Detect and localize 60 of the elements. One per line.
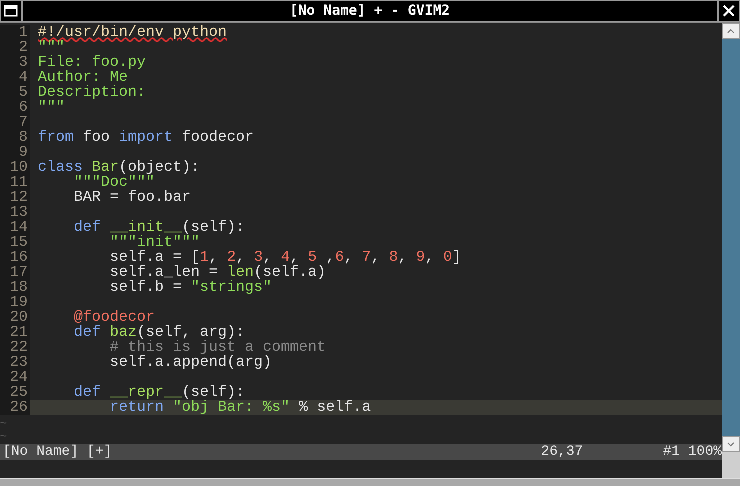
code-line: """init""" xyxy=(109,235,200,250)
line-number: 24 xyxy=(0,370,30,385)
code-line: File: foo.py xyxy=(38,55,146,70)
code-line: def __repr__(self): xyxy=(73,385,246,400)
code-line: self.a = [1, 2, 3, 4, 5 ,6, 7, 8, 9, 0] xyxy=(109,250,462,265)
status-file: [No Name] [+] xyxy=(3,442,112,462)
line-number: 16 xyxy=(0,250,30,265)
tilde-marker: ~ xyxy=(0,430,8,444)
code-line: #!/usr/bin/env python xyxy=(38,25,228,40)
tilde-marker: ~ xyxy=(0,417,8,431)
scroll-down-button[interactable] xyxy=(722,436,740,452)
code-line: """ xyxy=(38,40,66,55)
close-button[interactable] xyxy=(718,0,740,22)
code-line: """Doc""" xyxy=(73,175,156,190)
code-line: @foodecor xyxy=(73,310,156,325)
line-number: 6 xyxy=(0,100,30,115)
window-menu-button[interactable] xyxy=(0,0,22,22)
line-number: 10 xyxy=(0,160,30,175)
line-number: 8 xyxy=(0,130,30,145)
code-line: """ xyxy=(38,100,66,115)
status-info: #1 100% xyxy=(663,442,722,462)
line-number: 23 xyxy=(0,355,30,370)
line-number: 19 xyxy=(0,295,30,310)
code-line: class Bar(object): xyxy=(38,160,200,175)
line-number: 14 xyxy=(0,220,30,235)
line-number: 2 xyxy=(0,40,30,55)
window-menu-icon xyxy=(4,5,18,17)
line-number: 5 xyxy=(0,85,30,100)
code-line: BAR = foo.bar xyxy=(73,190,192,205)
code-line: from foo import foodecor xyxy=(38,130,254,145)
code-line: Description: xyxy=(38,85,146,100)
line-number: 22 xyxy=(0,340,30,355)
code-line: return "obj Bar: %s" % self.a xyxy=(109,400,372,415)
line-number: 7 xyxy=(0,115,30,130)
code-line: Author: Me xyxy=(38,70,128,85)
line-number: 3 xyxy=(0,55,30,70)
line-number: 12 xyxy=(0,190,30,205)
down-caret-icon xyxy=(727,442,735,446)
line-number: 4 xyxy=(0,70,30,85)
line-number: 13 xyxy=(0,205,30,220)
line-number: 1 xyxy=(0,25,30,40)
line-number: 25 xyxy=(0,385,30,400)
line-number: 15 xyxy=(0,235,30,250)
line-number: 20 xyxy=(0,310,30,325)
line-number: 17 xyxy=(0,265,30,280)
code-line: def baz(self, arg): xyxy=(73,325,246,340)
line-number: 26 xyxy=(0,400,30,415)
code-line: # this is just a comment xyxy=(109,340,326,355)
code-line: self.a.append(arg) xyxy=(109,355,272,370)
line-number: 21 xyxy=(0,325,30,340)
up-caret-icon xyxy=(727,28,735,34)
status-position: 26,37 xyxy=(541,442,584,462)
window-title: [No Name] + - GVIM2 xyxy=(290,2,450,20)
line-number: 11 xyxy=(0,175,30,190)
close-icon xyxy=(723,5,735,17)
line-number: 18 xyxy=(0,280,30,295)
line-number: 9 xyxy=(0,145,30,160)
code-line: self.b = "strings" xyxy=(109,280,272,295)
code-line: self.a_len = len(self.a) xyxy=(109,265,326,280)
code-line: def __init__(self): xyxy=(73,220,246,235)
